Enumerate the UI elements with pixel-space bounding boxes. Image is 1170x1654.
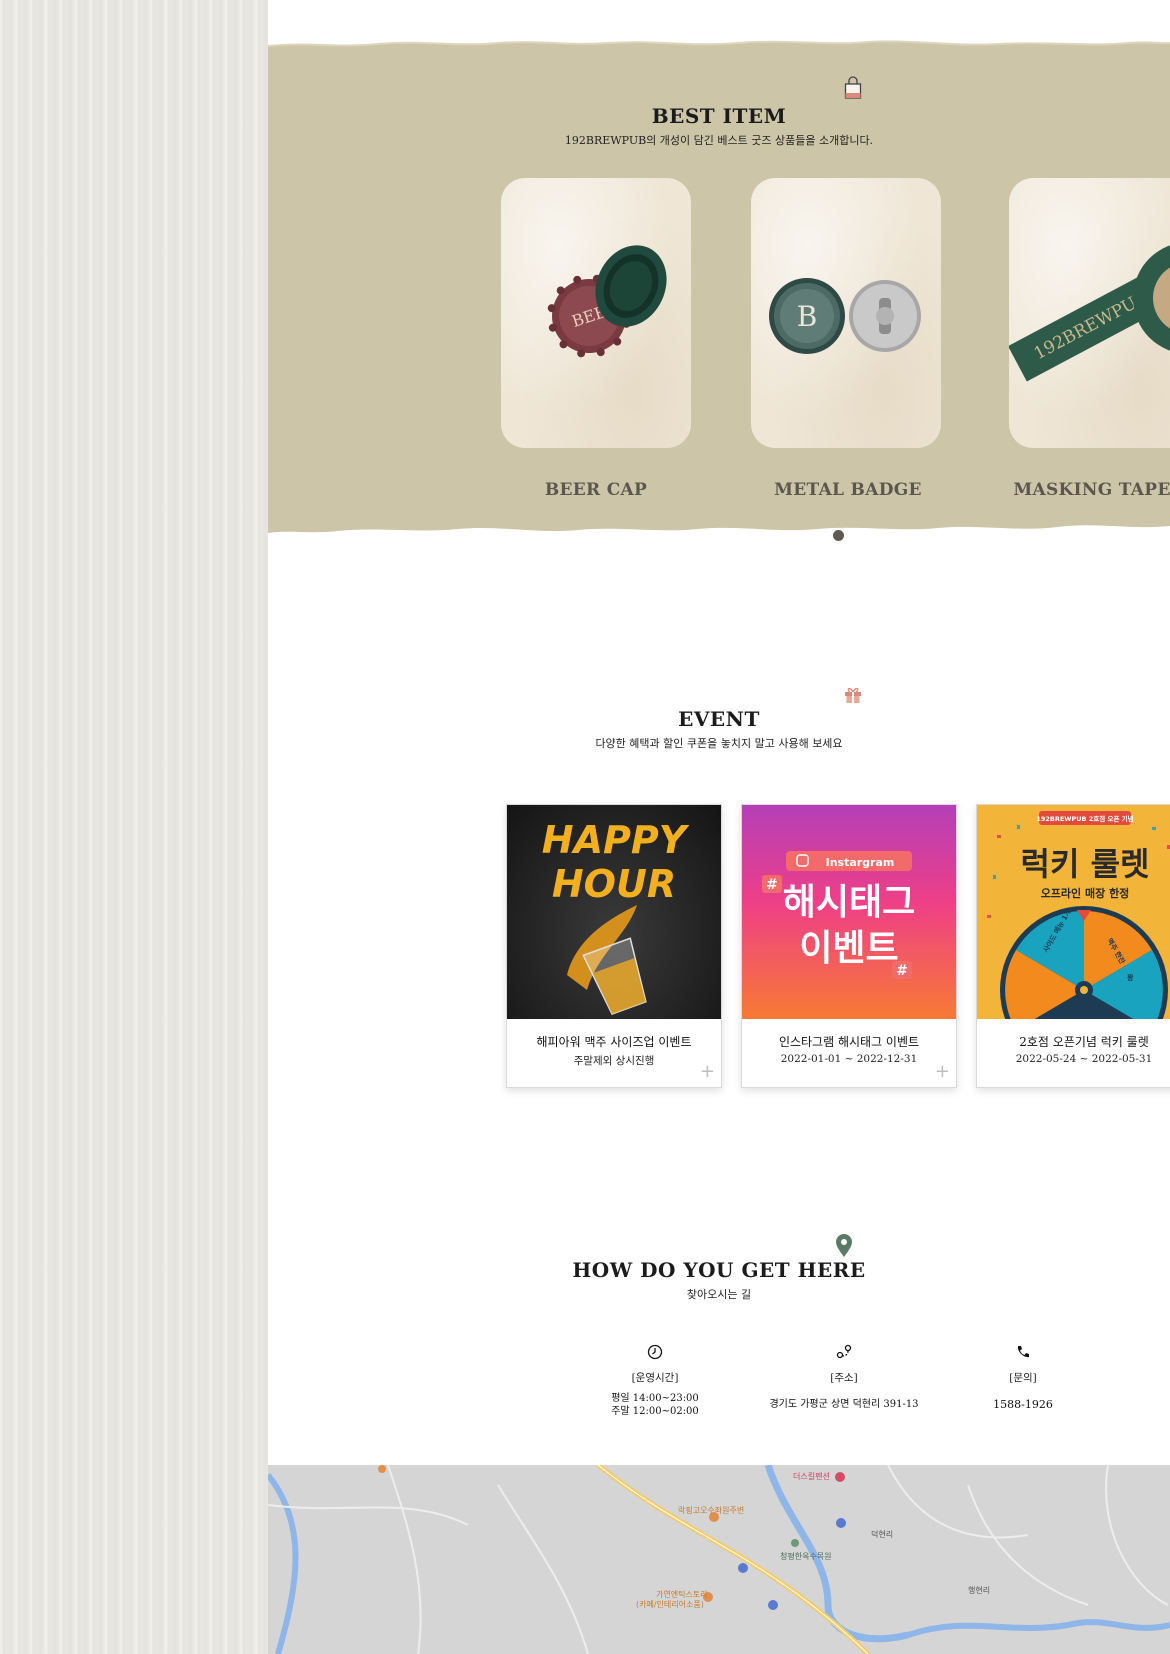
map-label-village2: 행현리 (968, 1586, 991, 1595)
map-label-cafe-sub: (카페/인테리어소품) (636, 1600, 704, 1609)
map-pin-icon (836, 1234, 852, 1257)
map-label-village: 덕현리 (871, 1530, 894, 1539)
wood-background (0, 0, 268, 1654)
wheel-label: 꽝 (1127, 973, 1134, 982)
item-card-metal-badge[interactable]: B (751, 178, 941, 448)
location-map[interactable]: 더스킬펜션 락핑고오수좌원주변 청평한옥수목원 가연엔틱스토리 (카페/인테리어… (268, 1465, 1170, 1654)
shopping-bag-icon (844, 76, 862, 99)
badge-letter: B (797, 300, 818, 333)
plus-icon[interactable]: + (700, 1063, 715, 1081)
masking-tape-image: 192BREWPUB (1009, 245, 1170, 382)
event-card-title: 해피아워 맥주 사이즈업 이벤트 (536, 1035, 692, 1049)
event-card-happy-hour[interactable]: HAPPY HOUR 해피아워 맥주 사이즈업 이벤트 주말제외 상시진행 + (506, 804, 722, 1088)
contact-label: [문의] (1009, 1372, 1037, 1384)
event-card-date: 2022-05-24 ~ 2022-05-31 (1015, 1053, 1153, 1065)
happy-hour-image: HAPPY HOUR (507, 805, 721, 1019)
lucky-roulette-image: 192BREWPUB 2호점 오픈 기념 럭키 룰렛 오프라인 매장 한정 맥주… (977, 805, 1170, 1019)
instagram-event-image: Instargram # 해시태그 이벤트 # (742, 805, 956, 1019)
event-card-title: 인스타그램 해시태그 이벤트 (778, 1035, 920, 1049)
main-page: BEST ITEM 192BREWPUB의 개성이 담긴 베스트 굿즈 상품들을… (268, 0, 1170, 1654)
event-card-lucky-roulette[interactable]: 192BREWPUB 2호점 오픈 기념 럭키 룰렛 오프라인 매장 한정 맥주… (976, 804, 1170, 1088)
contact-info: [문의] 1588-1926 (923, 1344, 1123, 1411)
item-name-masking-tape[interactable]: MASKING TAPE (962, 480, 1170, 500)
address-value: 경기도 가평군 상면 덕현리 391-13 (769, 1399, 919, 1410)
event-card-date: 주말제외 상시진행 (573, 1055, 655, 1067)
best-item-subtitle: 192BREWPUB의 개성이 담긴 베스트 굿즈 상품들을 소개합니다. (564, 134, 874, 147)
carousel-pagination-dot[interactable] (833, 530, 844, 541)
contact-value[interactable]: 1588-1926 (923, 1398, 1123, 1411)
roulette-banner: 192BREWPUB 2호점 오픈 기념 (1036, 814, 1133, 823)
happy-hour-line2: HOUR (552, 862, 676, 906)
event-card-date: 2022-01-01 ~ 2022-12-31 (780, 1053, 918, 1065)
roulette-line2: 오프라인 매장 한정 (1041, 886, 1130, 900)
event-card-title: 2호점 오픈기념 럭키 룰렛 (1019, 1035, 1149, 1049)
item-name-metal-badge[interactable]: METAL BADGE (718, 480, 978, 500)
map-label-pension: 더스킬펜션 (793, 1472, 830, 1481)
directions-subtitle: 찾아오시는 길 (686, 1288, 752, 1301)
hours-weekday: 평일 14:00~23:00 (611, 1393, 699, 1404)
instagram-line2: 이벤트 (799, 928, 898, 969)
item-name-beer-cap[interactable]: BEER CAP (466, 480, 726, 500)
best-item-section: BEST ITEM 192BREWPUB의 개성이 담긴 베스트 굿즈 상품들을… (268, 38, 1170, 584)
hours-label: [운영시간] (631, 1372, 679, 1384)
event-card-instagram[interactable]: Instargram # 해시태그 이벤트 # 인스타그램 해시태그 이벤트 2… (741, 804, 957, 1088)
plus-icon[interactable]: + (935, 1063, 950, 1081)
beer-cap-image: BEB (547, 245, 667, 358)
clock-icon (647, 1344, 663, 1360)
directions-title: HOW DO YOU GET HERE (572, 1258, 866, 1282)
event-subtitle: 다양한 혜택과 할인 쿠폰을 놓치지 말고 사용해 보세요 (595, 737, 843, 750)
route-icon (836, 1344, 852, 1359)
hours-weekend: 주말 12:00~02:00 (611, 1406, 699, 1417)
address-label: [주소] (830, 1372, 858, 1384)
item-card-beer-cap[interactable]: BEB (501, 178, 691, 448)
metal-badge-image: B (769, 278, 921, 354)
phone-icon (1017, 1346, 1029, 1358)
map-label-arboretum: 청평한옥수목원 (780, 1552, 832, 1561)
map-roads (268, 1465, 1170, 1654)
hash-icon: # (766, 877, 778, 893)
instagram-badge-text: Instargram (826, 856, 895, 869)
instagram-line1: 해시태그 (783, 882, 915, 923)
address-info: [주소] 경기도 가평군 상면 덕현리 391-13 (744, 1344, 944, 1411)
happy-hour-line1: HAPPY (542, 818, 690, 862)
item-card-masking-tape[interactable]: 192BREWPUB (1009, 178, 1170, 448)
gift-icon (845, 687, 861, 703)
best-item-title: BEST ITEM (651, 104, 787, 128)
map-label-restaurant: 락핑고오수좌원주변 (678, 1506, 745, 1515)
event-title: EVENT (678, 707, 760, 731)
roulette-line1: 럭키 룰렛 (1021, 845, 1150, 883)
hours-info: [운영시간] 평일 14:00~23:00 주말 12:00~02:00 (555, 1344, 755, 1418)
hash-icon: # (896, 963, 908, 979)
